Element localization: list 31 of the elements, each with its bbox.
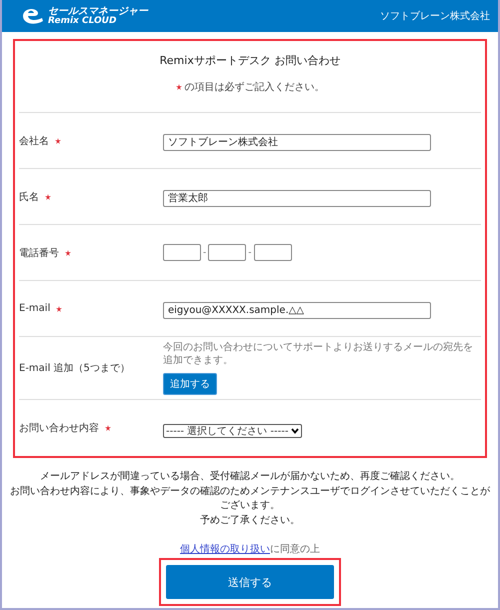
- inquiry-dropdown[interactable]: ----- 選択してください -----: [163, 424, 302, 438]
- phone-field[interactable]: [163, 244, 201, 261]
- notice-text: 予めご了承ください。: [200, 514, 300, 528]
- field-hint: 今回のお問い合わせについてサポートよりお送りするメールの宛先を追加できます。: [163, 341, 474, 367]
- field-label: E-mail 追加（5つまで）: [19, 362, 130, 375]
- input-field[interactable]: 営業太郎: [163, 190, 431, 207]
- input-field[interactable]: ソフトブレーン株式会社: [163, 134, 431, 151]
- notice-text: お問い合わせ内容により、事象やデータの確認のためメンテナンスユーザでログインさせていただくことがございます。: [9, 484, 491, 513]
- form-title: Remixサポートデスク お問い合わせ: [160, 53, 340, 68]
- input-field[interactable]: eigyou@XXXXX.sample.△△: [163, 302, 431, 319]
- field-label: 氏名: [19, 190, 39, 204]
- field-label: 会社名: [19, 134, 49, 148]
- phone-field[interactable]: [208, 244, 246, 261]
- phone-separator: -: [248, 248, 252, 258]
- logo-icon: [20, 6, 46, 26]
- required-icon: [176, 84, 182, 90]
- phone-field[interactable]: [254, 244, 292, 261]
- logo-wordmark: Remix CLOUD: [48, 16, 118, 26]
- field-label: お問い合わせ内容: [19, 422, 99, 435]
- company-name: ソフトブレーン株式会社: [380, 10, 490, 23]
- notice-text: メールアドレスが間違っている場合、受付確認メールが届かないため、再度ご確認ください。: [40, 470, 460, 484]
- field-label: E-mail: [19, 303, 50, 314]
- logo-tagline: セールスマネージャー: [48, 6, 148, 16]
- field-label: 電話番号: [19, 246, 59, 260]
- submit-button[interactable]: 送信する: [166, 565, 334, 599]
- chevron-icon: [291, 428, 300, 434]
- required-note: の項目は必ずご記入ください。: [184, 80, 324, 94]
- consent-text: に同意の上: [270, 544, 320, 555]
- add-button[interactable]: 追加する: [163, 373, 217, 395]
- privacy-link[interactable]: 個人情報の取り扱い: [180, 544, 270, 555]
- phone-separator: -: [203, 248, 206, 258]
